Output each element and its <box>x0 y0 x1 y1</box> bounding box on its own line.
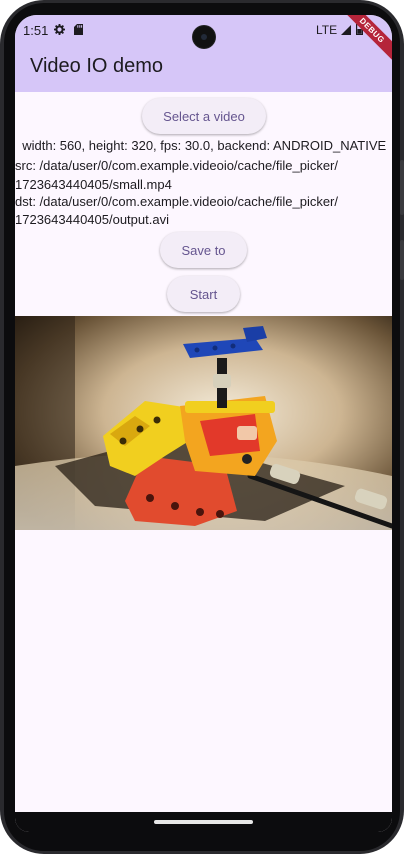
destination-path-line-2: 1723643440405/output.avi <box>15 212 169 227</box>
sd-card-icon <box>74 24 83 35</box>
status-time: 1:51 <box>23 23 49 38</box>
source-path-line-1: src: /data/user/0/com.example.videoio/ca… <box>15 158 338 173</box>
app-bar: 1:51 LTE DEBUG Video IO demo <box>15 15 392 92</box>
navigation-bar <box>15 812 392 832</box>
power-button <box>400 240 404 280</box>
signal-icon <box>341 25 351 35</box>
video-preview <box>15 316 392 530</box>
app-title: Video IO demo <box>30 55 164 77</box>
start-button[interactable]: Start <box>167 276 240 312</box>
save-to-button[interactable]: Save to <box>160 232 247 268</box>
volume-button <box>400 160 404 215</box>
destination-path-line-1: dst: /data/user/0/com.example.videoio/ca… <box>15 194 339 209</box>
network-type-label: LTE <box>316 23 338 37</box>
gear-icon <box>54 24 65 35</box>
video-properties-text: width: 560, height: 320, fps: 30.0, back… <box>15 138 387 153</box>
phone-frame: 1:51 LTE DEBUG Video IO demo Select a vi… <box>0 0 404 854</box>
lego-model-image <box>15 316 392 530</box>
home-gesture-handle[interactable] <box>154 820 253 824</box>
phone-bezel: 1:51 LTE DEBUG Video IO demo Select a vi… <box>4 3 400 851</box>
select-video-button[interactable]: Select a video <box>142 98 266 134</box>
front-camera <box>193 26 215 48</box>
screen: 1:51 LTE DEBUG Video IO demo Select a vi… <box>15 15 392 832</box>
